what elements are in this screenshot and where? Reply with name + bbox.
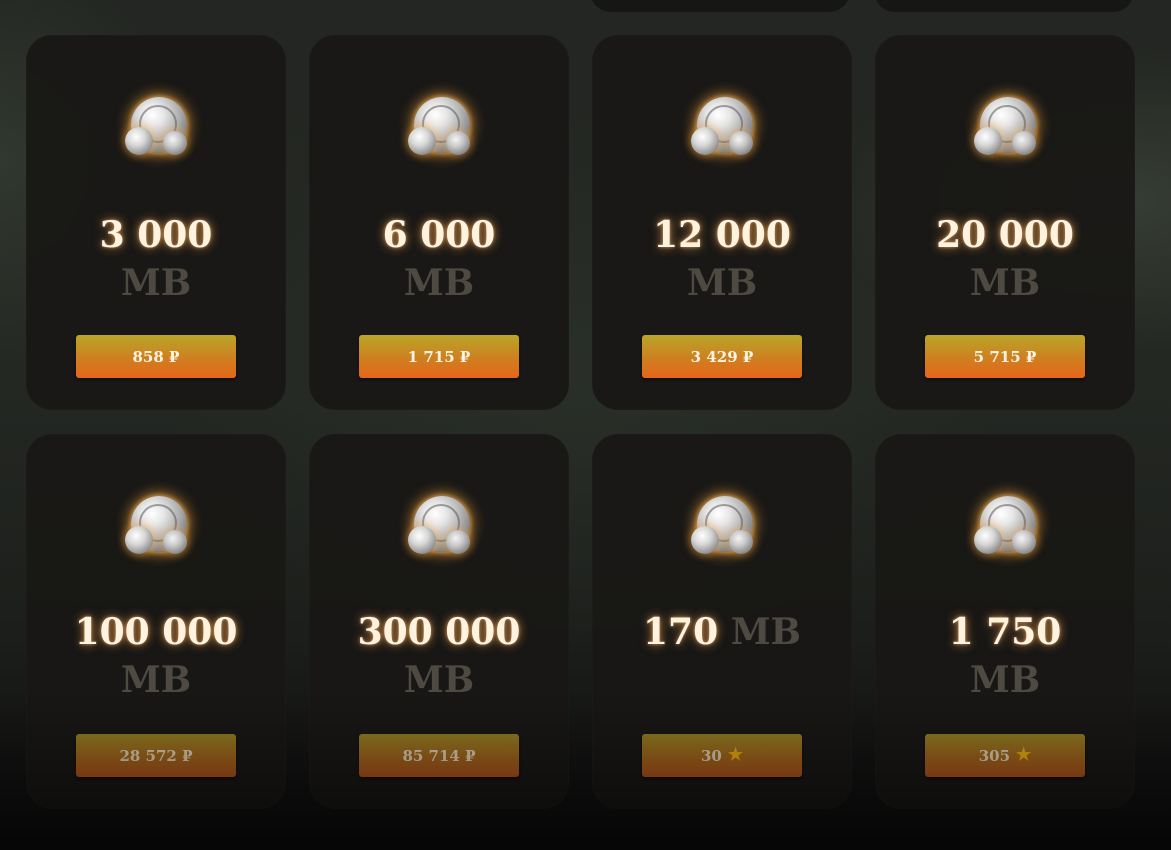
package-amount: 3 000 MB bbox=[26, 211, 286, 307]
buy-button[interactable]: 858 ₽ bbox=[76, 335, 236, 378]
price-label: 28 572 ₽ bbox=[119, 746, 193, 765]
silver-coins-icon bbox=[974, 97, 1036, 159]
package-card[interactable]: 1 750 MB 305 ★ bbox=[875, 434, 1135, 809]
amount-unit: MB bbox=[120, 262, 192, 304]
top-card-stub-left bbox=[590, 0, 850, 12]
amount-unit: MB bbox=[969, 659, 1041, 701]
amount-value: 1 750 bbox=[948, 611, 1062, 653]
amount-unit: MB bbox=[120, 659, 192, 701]
buy-button[interactable]: 5 715 ₽ bbox=[925, 335, 1085, 378]
package-amount: 20 000 MB bbox=[875, 211, 1135, 307]
buy-button[interactable]: 85 714 ₽ bbox=[359, 734, 519, 777]
amount-unit: MB bbox=[969, 262, 1041, 304]
buy-button[interactable]: 28 572 ₽ bbox=[76, 734, 236, 777]
star-icon: ★ bbox=[727, 745, 744, 765]
amount-value: 3 000 bbox=[99, 214, 213, 256]
price-label: 85 714 ₽ bbox=[402, 746, 476, 765]
buy-button[interactable]: 3 429 ₽ bbox=[642, 335, 802, 378]
package-card[interactable]: 300 000 MB 85 714 ₽ bbox=[309, 434, 569, 809]
buy-button[interactable]: 30 ★ bbox=[642, 734, 802, 777]
package-amount: 12 000 MB bbox=[592, 211, 852, 307]
amount-value: 300 000 bbox=[357, 611, 521, 653]
top-card-stub-right bbox=[874, 0, 1134, 12]
amount-unit: MB bbox=[730, 611, 801, 653]
package-card[interactable]: 20 000 MB 5 715 ₽ bbox=[875, 35, 1135, 410]
silver-coins-icon bbox=[125, 496, 187, 558]
buy-button[interactable]: 305 ★ bbox=[925, 734, 1085, 777]
buy-button[interactable]: 1 715 ₽ bbox=[359, 335, 519, 378]
amount-unit: MB bbox=[403, 659, 475, 701]
amount-value: 12 000 bbox=[653, 214, 791, 256]
silver-coins-icon bbox=[408, 496, 470, 558]
price-label: 305 bbox=[978, 746, 1011, 765]
amount-value: 20 000 bbox=[936, 214, 1074, 256]
star-icon: ★ bbox=[1016, 745, 1032, 765]
silver-coins-icon bbox=[691, 97, 753, 159]
package-amount: 170 MB bbox=[592, 608, 852, 656]
price-label: 858 ₽ bbox=[132, 347, 180, 366]
package-card[interactable]: 170 MB 30 ★ bbox=[592, 434, 852, 809]
amount-unit: MB bbox=[403, 262, 475, 304]
amount-value: 100 000 bbox=[74, 611, 238, 653]
package-amount: 300 000 MB bbox=[309, 608, 569, 704]
package-card[interactable]: 3 000 MB 858 ₽ bbox=[26, 35, 286, 410]
package-amount: 100 000 MB bbox=[26, 608, 286, 704]
package-amount: 1 750 MB bbox=[875, 608, 1135, 704]
package-card[interactable]: 6 000 MB 1 715 ₽ bbox=[309, 35, 569, 410]
price-label: 1 715 ₽ bbox=[407, 347, 471, 366]
price-label: 3 429 ₽ bbox=[690, 347, 754, 366]
amount-unit: MB bbox=[686, 262, 758, 304]
silver-coins-icon bbox=[974, 496, 1036, 558]
silver-coins-icon bbox=[125, 97, 187, 159]
package-card[interactable]: 100 000 MB 28 572 ₽ bbox=[26, 434, 286, 809]
package-card[interactable]: 12 000 MB 3 429 ₽ bbox=[592, 35, 852, 410]
silver-coins-icon bbox=[408, 97, 470, 159]
package-amount: 6 000 MB bbox=[309, 211, 569, 307]
amount-value: 6 000 bbox=[382, 214, 496, 256]
price-label: 30 bbox=[700, 746, 722, 765]
price-label: 5 715 ₽ bbox=[973, 347, 1037, 366]
amount-value: 170 bbox=[643, 611, 719, 653]
silver-coins-icon bbox=[691, 496, 753, 558]
